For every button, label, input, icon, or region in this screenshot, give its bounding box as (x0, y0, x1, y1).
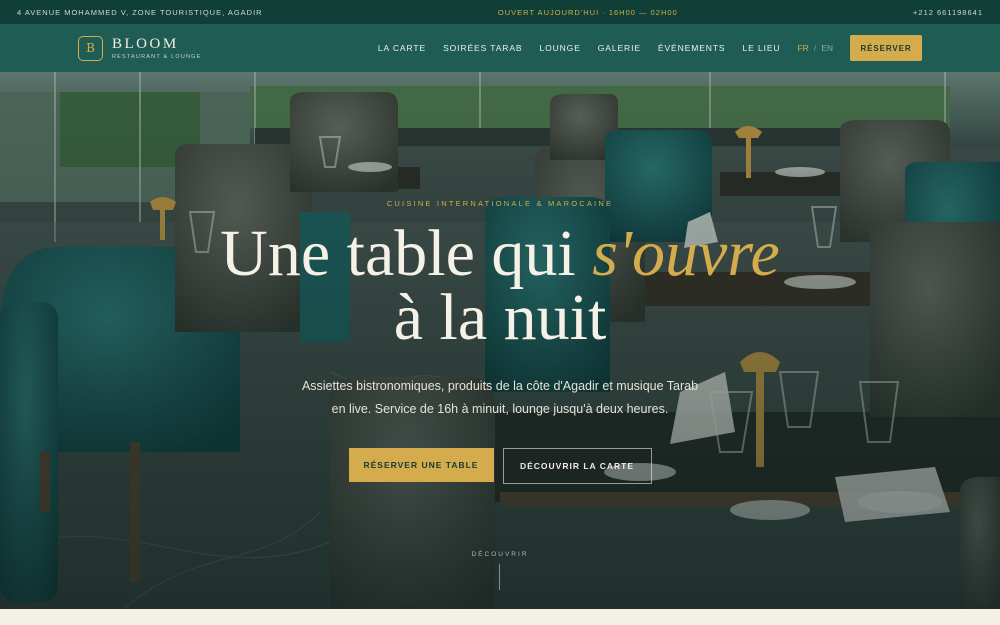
nav-item-galerie[interactable]: GALERIE (598, 43, 641, 53)
hero-cta-row: RÉSERVER UNE TABLE DÉCOUVRIR LA CARTE (0, 448, 1000, 484)
address-text: 4 AVENUE MOHAMMED V, ZONE TOURISTIQUE, A… (17, 7, 263, 17)
primary-nav: LA CARTE SOIRÉES TARAB LOUNGE GALERIE ÉV… (361, 35, 922, 61)
logo-mark-icon: B (78, 35, 103, 61)
headline-part1: Une table qui (220, 217, 593, 290)
lang-fr[interactable]: FR (797, 43, 808, 53)
nav-item-lounge[interactable]: LOUNGE (539, 43, 580, 53)
headline-line2: à la nuit (393, 281, 607, 354)
brand-logo[interactable]: B BLOOM RESTAURANT & LOUNGE (78, 35, 202, 61)
headline-accent: s'ouvre (592, 217, 780, 290)
next-section-edge (0, 609, 1000, 625)
language-switcher: FR / EN (797, 43, 833, 53)
hero-headline: Une table qui s'ouvre à la nuit (0, 221, 1000, 351)
reserve-button[interactable]: RÉSERVER (850, 35, 922, 61)
opening-hours-text: OUVERT AUJOURD'HUI · 16H00 — 02H00 (497, 7, 678, 17)
phone-link[interactable]: +212 661198641 (913, 8, 983, 17)
scroll-discover-label[interactable]: DÉCOUVRIR (0, 551, 1000, 558)
hero-eyebrow: CUISINE INTERNATIONALE & MAROCAINE (386, 199, 614, 208)
scroll-indicator-line (499, 564, 500, 590)
logo-text: BLOOM RESTAURANT & LOUNGE (112, 35, 202, 60)
nav-item-le-lieu[interactable]: LE LIEU (743, 43, 781, 53)
hero-section: CUISINE INTERNATIONALE & MAROCAINE Une t… (0, 72, 1000, 609)
hero-content: CUISINE INTERNATIONALE & MAROCAINE Une t… (0, 72, 1000, 609)
nav-item-la-carte[interactable]: LA CARTE (378, 43, 426, 53)
brand-name: BLOOM (112, 35, 179, 52)
top-info-bar: 4 AVENUE MOHAMMED V, ZONE TOURISTIQUE, A… (0, 0, 1000, 24)
hero-lead-text: Assiettes bistronomiques, produits de la… (301, 379, 699, 416)
nav-item-evenements[interactable]: ÉVÉNEMENTS (658, 43, 726, 53)
brand-tagline: RESTAURANT & LOUNGE (112, 53, 202, 60)
discover-menu-button[interactable]: DÉCOUVRIR LA CARTE (502, 448, 652, 484)
reserve-table-button[interactable]: RÉSERVER UNE TABLE (348, 448, 494, 482)
main-navbar: B BLOOM RESTAURANT & LOUNGE LA CARTE SOI… (0, 24, 1000, 72)
lang-separator: / (813, 43, 817, 53)
nav-item-soirees-tarab[interactable]: SOIRÉES TARAB (443, 43, 522, 53)
lang-en[interactable]: EN (821, 43, 833, 53)
